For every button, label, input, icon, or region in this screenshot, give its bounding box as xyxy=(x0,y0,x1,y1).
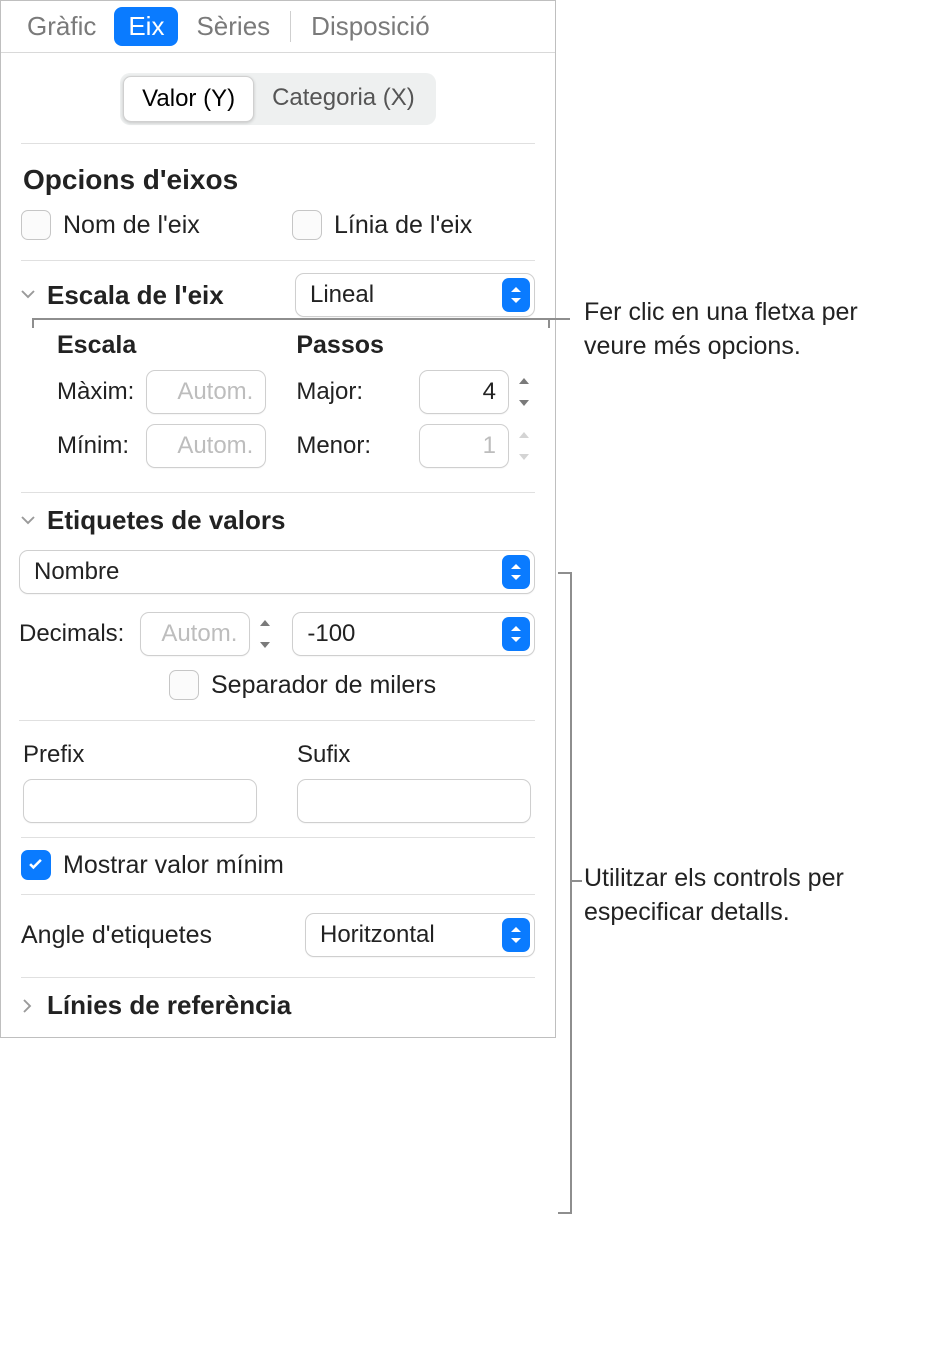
chevron-right-icon[interactable] xyxy=(19,997,37,1015)
thousands-separator-checkbox[interactable]: Separador de milers xyxy=(169,670,436,700)
seg-category-x[interactable]: Categoria (X) xyxy=(254,76,433,122)
placeholder-text: Autom. xyxy=(177,432,253,460)
stepper-up-icon[interactable] xyxy=(513,373,535,391)
value-labels-section: Etiquetes de valors Nombre Decimals: Aut… xyxy=(1,493,555,837)
steps-minor-value: 1 xyxy=(483,432,496,460)
axis-name-label: Nom de l'eix xyxy=(63,211,200,240)
value-labels-format-select[interactable]: Nombre xyxy=(19,550,535,594)
tab-bar: Gràfic Eix Sèries Disposició xyxy=(1,1,555,53)
axis-scale-select-value: Lineal xyxy=(310,281,374,309)
steps-major-label: Major: xyxy=(296,378,363,406)
steps-major-input[interactable]: 4 xyxy=(419,370,509,414)
placeholder-text: Autom. xyxy=(161,620,237,648)
label-angle-value: Horitzontal xyxy=(320,921,435,949)
prefix-label: Prefix xyxy=(23,741,257,769)
steps-major-value: 4 xyxy=(483,378,496,406)
updown-arrows-icon xyxy=(502,617,530,651)
negative-format-select[interactable]: -100 xyxy=(292,612,535,656)
divider xyxy=(19,720,535,721)
tab-series[interactable]: Sèries xyxy=(182,7,284,46)
chevron-down-icon[interactable] xyxy=(19,512,37,530)
callout-tick xyxy=(570,880,582,882)
stepper-down-icon[interactable] xyxy=(513,393,535,411)
show-min-checkbox[interactable]: Mostrar valor mínim xyxy=(21,850,535,880)
value-labels-title: Etiquetes de valors xyxy=(47,505,535,536)
tab-disposicio[interactable]: Disposició xyxy=(297,7,444,46)
escala-subheading: Escala xyxy=(57,331,266,360)
checkbox-icon xyxy=(169,670,199,700)
callout-bracket xyxy=(32,318,550,328)
decimals-label: Decimals: xyxy=(19,620,124,648)
show-min-label: Mostrar valor mínim xyxy=(63,851,284,880)
thousands-separator-label: Separador de milers xyxy=(211,671,436,700)
axis-line-label: Línia de l'eix xyxy=(334,211,472,240)
checkbox-icon xyxy=(21,210,51,240)
label-angle-label: Angle d'etiquetes xyxy=(21,921,212,950)
reference-lines-section: Línies de referència xyxy=(1,978,555,1025)
axis-line-checkbox[interactable]: Línia de l'eix xyxy=(292,210,535,240)
stepper-up-icon[interactable] xyxy=(254,615,276,633)
show-min-section: Mostrar valor mínim xyxy=(1,838,555,894)
decimals-input[interactable]: Autom. xyxy=(140,612,250,656)
steps-minor-label: Menor: xyxy=(296,432,371,460)
checkbox-icon xyxy=(292,210,322,240)
axis-segmented: Valor (Y) Categoria (X) xyxy=(120,73,436,125)
callout-bracket xyxy=(558,572,572,1214)
updown-arrows-icon xyxy=(502,918,530,952)
axis-options-heading: Opcions d'eixos xyxy=(23,164,535,196)
suffix-label: Sufix xyxy=(297,741,531,769)
axis-name-checkbox[interactable]: Nom de l'eix xyxy=(21,210,264,240)
callout-tick xyxy=(550,318,570,320)
suffix-input[interactable] xyxy=(297,779,531,823)
format-panel: Gràfic Eix Sèries Disposició Valor (Y) C… xyxy=(0,0,556,1038)
updown-arrows-icon xyxy=(502,555,530,589)
tab-divider xyxy=(290,11,291,42)
axis-options-section: Opcions d'eixos Nom de l'eix Línia de l'… xyxy=(1,144,555,260)
scale-min-label: Mínim: xyxy=(57,432,129,460)
placeholder-text: Autom. xyxy=(177,378,253,406)
prefix-input[interactable] xyxy=(23,779,257,823)
seg-value-y[interactable]: Valor (Y) xyxy=(123,76,254,122)
annotation-controls: Utilitzar els controls per especificar d… xyxy=(584,862,916,930)
steps-minor-input[interactable]: 1 xyxy=(419,424,509,468)
stepper-down-icon[interactable] xyxy=(254,635,276,653)
tab-grafic[interactable]: Gràfic xyxy=(13,7,110,46)
chevron-down-icon[interactable] xyxy=(19,286,37,304)
reference-lines-title: Línies de referència xyxy=(47,990,535,1021)
negative-format-value: -100 xyxy=(307,620,355,648)
tab-eix[interactable]: Eix xyxy=(114,7,178,46)
stepper-up-icon xyxy=(513,427,535,445)
axis-scale-title: Escala de l'eix xyxy=(47,280,285,311)
label-angle-section: Angle d'etiquetes Horitzontal xyxy=(1,895,555,977)
steps-minor-stepper xyxy=(513,427,535,465)
scale-min-input[interactable]: Autom. xyxy=(146,424,266,468)
scale-max-label: Màxim: xyxy=(57,378,134,406)
axis-scale-select[interactable]: Lineal xyxy=(295,273,535,317)
value-labels-format-value: Nombre xyxy=(34,558,119,586)
label-angle-select[interactable]: Horitzontal xyxy=(305,913,535,957)
checkbox-icon xyxy=(21,850,51,880)
axis-scale-section: Escala de l'eix Lineal Escala Màxim: Aut xyxy=(1,261,555,492)
steps-major-stepper[interactable] xyxy=(513,373,535,411)
passos-subheading: Passos xyxy=(296,331,535,360)
updown-arrows-icon xyxy=(502,278,530,312)
stepper-down-icon xyxy=(513,447,535,465)
annotation-arrow: Fer clic en una fletxa per veure més opc… xyxy=(584,296,916,364)
axis-subnav: Valor (Y) Categoria (X) xyxy=(1,53,555,143)
decimals-stepper[interactable] xyxy=(254,615,276,653)
scale-max-input[interactable]: Autom. xyxy=(146,370,266,414)
